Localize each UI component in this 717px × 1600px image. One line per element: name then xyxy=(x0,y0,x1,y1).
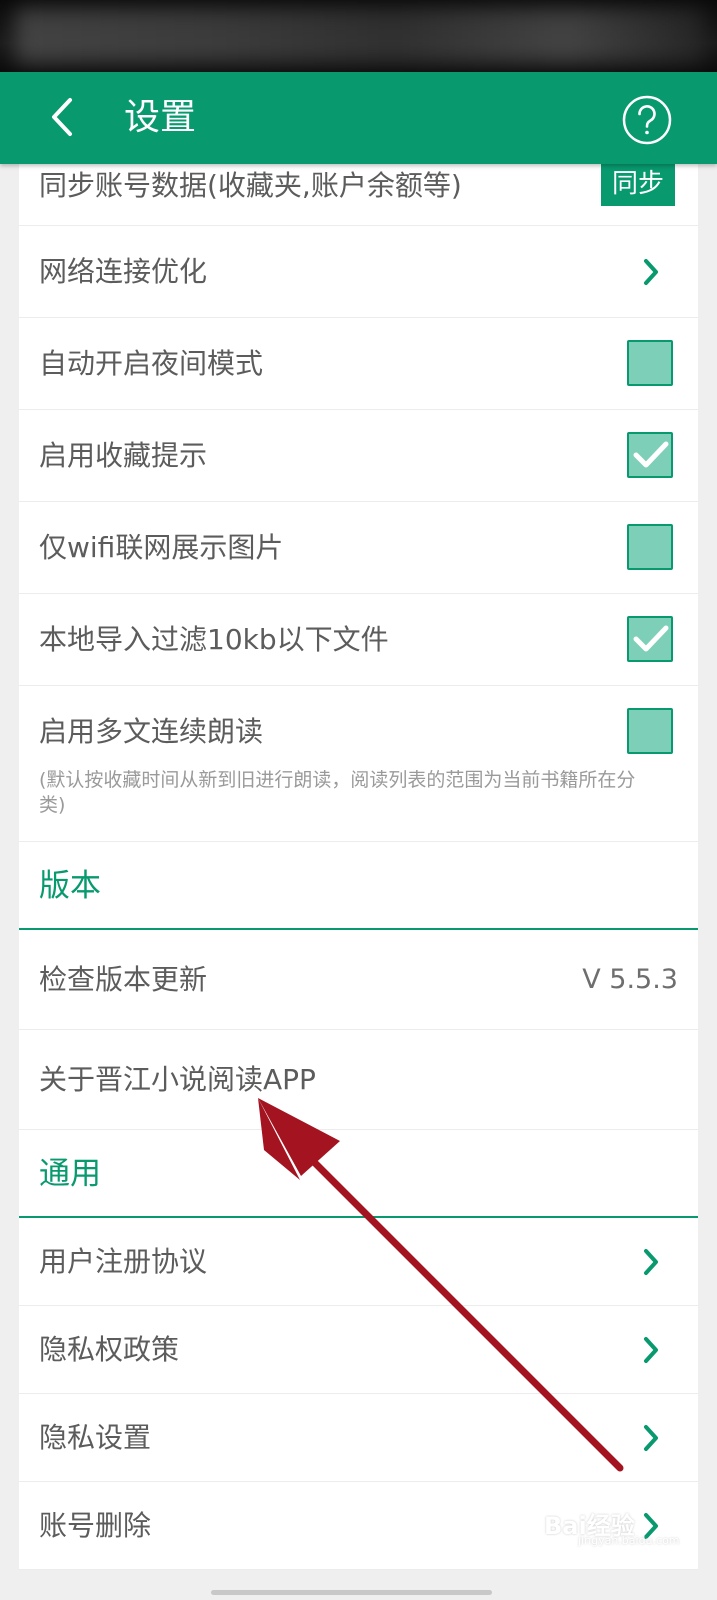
continuous-read-checkbox[interactable] xyxy=(627,708,673,754)
baidu-watermark: Bai经验 jingyan.baidu.com xyxy=(538,1488,680,1548)
question-circle-icon[interactable] xyxy=(621,94,673,146)
network-optimize-label: 网络连接优化 xyxy=(39,255,208,288)
wifi-images-checkbox[interactable] xyxy=(627,524,673,570)
about-app-label: 关于晋江小说阅读APP xyxy=(39,1063,316,1096)
night-mode-row: 自动开启夜间模式 xyxy=(19,318,698,410)
chevron-right-icon xyxy=(644,1425,658,1451)
favorite-tip-checkbox[interactable] xyxy=(627,432,673,478)
app-bar: 设置 xyxy=(0,72,717,164)
night-mode-checkbox[interactable] xyxy=(627,340,673,386)
continuous-read-row: 启用多文连续朗读 (默认按收藏时间从新到旧进行朗读，阅读列表的范围为当前书籍所在… xyxy=(19,686,698,842)
status-bar-blur xyxy=(15,8,705,64)
version-number: V 5.5.3 xyxy=(582,964,678,995)
night-mode-label: 自动开启夜间模式 xyxy=(39,347,264,380)
version-section-header: 版本 xyxy=(19,842,698,930)
checkmark-icon xyxy=(633,625,669,652)
user-agreement-label: 用户注册协议 xyxy=(39,1245,208,1278)
status-bar xyxy=(0,0,717,72)
sync-button[interactable]: 同步 xyxy=(601,164,675,206)
wifi-images-label: 仅wifi联网展示图片 xyxy=(39,531,284,564)
general-section-header: 通用 xyxy=(19,1130,698,1218)
wifi-images-row: 仅wifi联网展示图片 xyxy=(19,502,698,594)
chevron-right-icon xyxy=(644,1337,658,1363)
user-agreement-row[interactable]: 用户注册协议 xyxy=(19,1218,698,1306)
chevron-left-icon[interactable] xyxy=(46,96,76,138)
privacy-settings-label: 隐私设置 xyxy=(39,1421,152,1454)
filter-small-files-row: 本地导入过滤10kb以下文件 xyxy=(19,594,698,686)
home-indicator[interactable] xyxy=(211,1590,492,1595)
sync-row: 同步账号数据(收藏夹,账户余额等) 同步 xyxy=(19,164,698,226)
favorite-tip-row: 启用收藏提示 xyxy=(19,410,698,502)
check-update-label: 检查版本更新 xyxy=(39,963,208,996)
sync-label: 同步账号数据(收藏夹,账户余额等) xyxy=(39,169,462,202)
filter-small-files-checkbox[interactable] xyxy=(627,616,673,662)
chevron-right-icon xyxy=(644,1249,658,1275)
checkmark-icon xyxy=(633,441,669,468)
network-optimize-row[interactable]: 网络连接优化 xyxy=(19,226,698,318)
continuous-read-label: 启用多文连续朗读 xyxy=(39,715,264,748)
check-update-row[interactable]: 检查版本更新 V 5.5.3 xyxy=(19,930,698,1030)
version-section-title: 版本 xyxy=(39,868,101,904)
filter-small-files-label: 本地导入过滤10kb以下文件 xyxy=(39,623,389,656)
page-title: 设置 xyxy=(124,97,197,138)
privacy-policy-row[interactable]: 隐私权政策 xyxy=(19,1306,698,1394)
watermark-url: jingyan.baidu.com xyxy=(578,1534,680,1547)
about-app-row[interactable]: 关于晋江小说阅读APP xyxy=(19,1030,698,1130)
continuous-read-note: (默认按收藏时间从新到旧进行朗读，阅读列表的范围为当前书籍所在分类) xyxy=(39,769,636,816)
chevron-right-icon xyxy=(644,259,658,285)
settings-list: 同步账号数据(收藏夹,账户余额等) 同步 网络连接优化 自动开启夜间模式 启用收… xyxy=(19,164,698,1570)
favorite-tip-label: 启用收藏提示 xyxy=(39,439,208,472)
privacy-policy-label: 隐私权政策 xyxy=(39,1333,180,1366)
privacy-settings-row[interactable]: 隐私设置 xyxy=(19,1394,698,1482)
general-section-title: 通用 xyxy=(39,1156,101,1192)
delete-account-label: 账号删除 xyxy=(39,1509,152,1542)
